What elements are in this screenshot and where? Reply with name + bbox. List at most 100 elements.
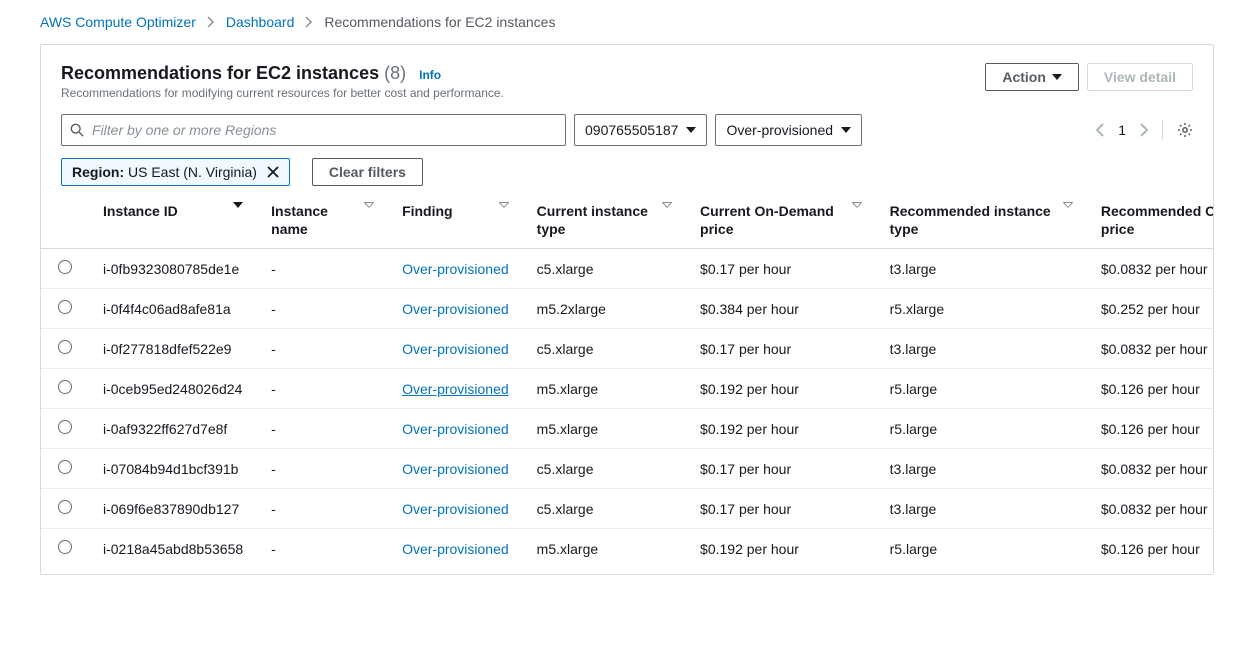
- cell-current-price: $0.17 per hour: [686, 449, 876, 489]
- finding-filter-value: Over-provisioned: [726, 122, 833, 138]
- recommendations-table: Instance ID Instance name Finding: [41, 194, 1213, 568]
- cell-rec-price: $0.126 per hour: [1087, 409, 1213, 449]
- gear-icon[interactable]: [1177, 122, 1193, 138]
- sort-icon: [662, 202, 672, 208]
- cell-instance-id: i-07084b94d1bcf391b: [89, 449, 257, 489]
- breadcrumb-root[interactable]: AWS Compute Optimizer: [40, 14, 196, 30]
- col-finding[interactable]: Finding: [388, 194, 523, 249]
- info-link[interactable]: Info: [419, 68, 441, 82]
- cell-instance-name: -: [257, 489, 388, 529]
- close-icon[interactable]: [267, 166, 279, 178]
- table-scroll[interactable]: Instance ID Instance name Finding: [41, 194, 1213, 574]
- page-number: 1: [1118, 122, 1126, 138]
- region-filter-input[interactable]: [61, 114, 566, 146]
- cell-current-price: $0.17 per hour: [686, 489, 876, 529]
- breadcrumb: AWS Compute Optimizer Dashboard Recommen…: [0, 0, 1254, 44]
- breadcrumb-current: Recommendations for EC2 instances: [324, 14, 555, 30]
- col-instance-id[interactable]: Instance ID: [89, 194, 257, 249]
- clear-filters-button[interactable]: Clear filters: [312, 158, 423, 186]
- col-instance-name[interactable]: Instance name: [257, 194, 388, 249]
- cell-rec-price: $0.126 per hour: [1087, 369, 1213, 409]
- cell-rec-type: t3.large: [876, 449, 1087, 489]
- row-radio[interactable]: [58, 460, 72, 474]
- sort-icon: [364, 202, 374, 208]
- cell-instance-name: -: [257, 289, 388, 329]
- finding-link[interactable]: Over-provisioned: [402, 461, 509, 477]
- cell-current-type: m5.xlarge: [523, 409, 686, 449]
- chevron-right-icon: [304, 16, 314, 28]
- cell-current-type: m5.xlarge: [523, 369, 686, 409]
- cell-instance-id: i-0218a45abd8b53658: [89, 529, 257, 569]
- cell-rec-type: r5.large: [876, 409, 1087, 449]
- row-radio[interactable]: [58, 300, 72, 314]
- action-button-label: Action: [1002, 69, 1046, 85]
- cell-current-price: $0.384 per hour: [686, 289, 876, 329]
- row-radio[interactable]: [58, 420, 72, 434]
- col-rec-type[interactable]: Recommended instance type: [876, 194, 1087, 249]
- cell-rec-price: $0.0832 per hour: [1087, 249, 1213, 289]
- caret-down-icon: [686, 127, 696, 133]
- cell-current-type: c5.xlarge: [523, 449, 686, 489]
- sort-icon: [1063, 202, 1073, 208]
- col-rec-price[interactable]: Recommended On-Demand price: [1087, 194, 1213, 249]
- table-row: i-0218a45abd8b53658-Over-provisionedm5.x…: [41, 529, 1213, 569]
- row-radio[interactable]: [58, 340, 72, 354]
- page-next-icon[interactable]: [1140, 123, 1148, 137]
- cell-current-type: m5.2xlarge: [523, 289, 686, 329]
- finding-link[interactable]: Over-provisioned: [402, 501, 509, 517]
- finding-link[interactable]: Over-provisioned: [402, 301, 509, 317]
- cell-current-price: $0.192 per hour: [686, 409, 876, 449]
- cell-current-type: c5.xlarge: [523, 249, 686, 289]
- result-count: (8): [384, 63, 406, 83]
- row-radio[interactable]: [58, 500, 72, 514]
- finding-filter-select[interactable]: Over-provisioned: [715, 114, 862, 146]
- region-chip-label: Region:: [72, 164, 124, 180]
- row-radio[interactable]: [58, 540, 72, 554]
- main-panel: Recommendations for EC2 instances (8) In…: [40, 44, 1214, 575]
- table-row: i-0f4f4c06ad8afe81a-Over-provisionedm5.2…: [41, 289, 1213, 329]
- account-select[interactable]: 090765505187: [574, 114, 707, 146]
- cell-rec-type: t3.large: [876, 249, 1087, 289]
- page-title: Recommendations for EC2 instances: [61, 63, 379, 83]
- table-row: i-0af9322ff627d7e8f-Over-provisioned m5.x…: [41, 409, 1213, 449]
- caret-down-icon: [1052, 74, 1062, 80]
- region-filter-text[interactable]: [90, 121, 557, 139]
- cell-rec-price: $0.0832 per hour: [1087, 489, 1213, 529]
- cell-rec-price: $0.252 per hour: [1087, 289, 1213, 329]
- cell-instance-id: i-0ceb95ed248026d24: [89, 369, 257, 409]
- cell-current-price: $0.17 per hour: [686, 329, 876, 369]
- cell-current-price: $0.17 per hour: [686, 249, 876, 289]
- cell-instance-id: i-0fb9323080785de1e: [89, 249, 257, 289]
- region-chip-value: US East (N. Virginia): [124, 164, 257, 180]
- page-prev-icon[interactable]: [1096, 123, 1104, 137]
- row-radio[interactable]: [58, 260, 72, 274]
- cell-instance-id: i-0af9322ff627d7e8f: [89, 409, 257, 449]
- cell-instance-name: -: [257, 409, 388, 449]
- finding-link[interactable]: Over-provisioned: [402, 261, 509, 277]
- table-row: i-0ceb95ed248026d24-Over-provisionedm5.x…: [41, 369, 1213, 409]
- col-current-price[interactable]: Current On-Demand price: [686, 194, 876, 249]
- col-current-type[interactable]: Current instance type: [523, 194, 686, 249]
- cell-instance-name: -: [257, 449, 388, 489]
- cell-instance-name: -: [257, 249, 388, 289]
- view-detail-button[interactable]: View detail: [1087, 63, 1193, 91]
- clear-filters-label: Clear filters: [329, 164, 406, 180]
- finding-link[interactable]: Over-provisioned: [402, 421, 509, 437]
- table-row: i-0f277818dfef522e9-Over-provisionedc5.x…: [41, 329, 1213, 369]
- cell-current-type: c5.xlarge: [523, 329, 686, 369]
- caret-down-icon: [841, 127, 851, 133]
- action-button[interactable]: Action: [985, 63, 1079, 91]
- finding-link[interactable]: Over-provisioned: [402, 381, 509, 397]
- cell-rec-type: r5.large: [876, 529, 1087, 569]
- region-chip: Region: US East (N. Virginia): [61, 158, 290, 186]
- cell-instance-name: -: [257, 529, 388, 569]
- table-row: i-069f6e837890db127-Over-provisionedc5.x…: [41, 489, 1213, 529]
- finding-link[interactable]: Over-provisioned: [402, 541, 509, 557]
- chevron-right-icon: [206, 16, 216, 28]
- finding-link[interactable]: Over-provisioned: [402, 341, 509, 357]
- cell-instance-id: i-0f277818dfef522e9: [89, 329, 257, 369]
- cell-rec-price: $0.0832 per hour: [1087, 449, 1213, 489]
- breadcrumb-dashboard[interactable]: Dashboard: [226, 14, 295, 30]
- sort-icon: [499, 202, 509, 208]
- row-radio[interactable]: [58, 380, 72, 394]
